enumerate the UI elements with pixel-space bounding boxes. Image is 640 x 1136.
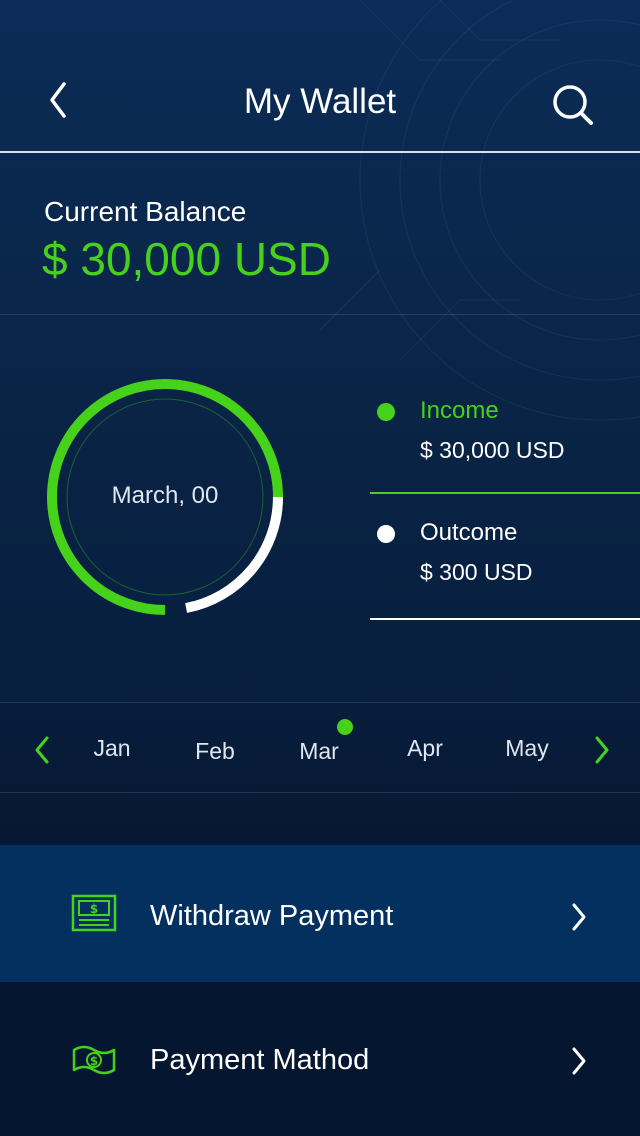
balance-value: $ 30,000 USD [42, 233, 331, 285]
payment-method-label: Payment Mathod [150, 1044, 370, 1076]
month-next-button[interactable] [590, 734, 614, 766]
withdraw-payment-item[interactable]: $ Withdraw Payment [0, 845, 640, 982]
app-header: My Wallet [0, 0, 640, 152]
month-may[interactable]: May [487, 731, 567, 765]
month-jan[interactable]: Jan [72, 731, 152, 765]
month-apr[interactable]: Apr [385, 731, 465, 765]
withdraw-payment-label: Withdraw Payment [150, 900, 394, 932]
income-label: Income [420, 397, 499, 424]
divider [0, 314, 640, 315]
header-divider [0, 151, 640, 153]
outcome-value: $ 300 USD [420, 559, 533, 585]
chevron-right-icon [572, 903, 586, 931]
money-bill-icon: $ [72, 1045, 116, 1075]
donut-center-label: March, 00 [111, 482, 219, 509]
divider [0, 702, 640, 703]
month-feb[interactable]: Feb [175, 734, 255, 768]
payment-method-item[interactable]: $ Payment Mathod [0, 990, 640, 1136]
income-dot [377, 403, 395, 421]
search-button[interactable] [548, 80, 596, 128]
chevron-right-icon [595, 736, 609, 764]
search-icon [553, 85, 593, 125]
legend-outcome: Outcome $ 300 USD [370, 514, 640, 620]
outcome-dot [377, 525, 395, 543]
chevron-left-icon [35, 736, 49, 764]
svg-text:$: $ [90, 1054, 98, 1068]
chevron-right-icon [572, 1047, 586, 1075]
cash-register-icon: $ [71, 894, 117, 932]
selected-month-indicator [337, 719, 353, 735]
legend-income: Income $ 30,000 USD [370, 392, 640, 494]
month-mar[interactable]: Mar [279, 734, 359, 768]
balance-label: Current Balance [44, 196, 247, 227]
month-prev-button[interactable] [30, 734, 54, 766]
divider [0, 792, 640, 793]
svg-text:$: $ [90, 902, 98, 916]
page-title: My Wallet [243, 82, 397, 121]
income-value: $ 30,000 USD [420, 437, 565, 463]
outcome-label: Outcome [420, 519, 518, 546]
